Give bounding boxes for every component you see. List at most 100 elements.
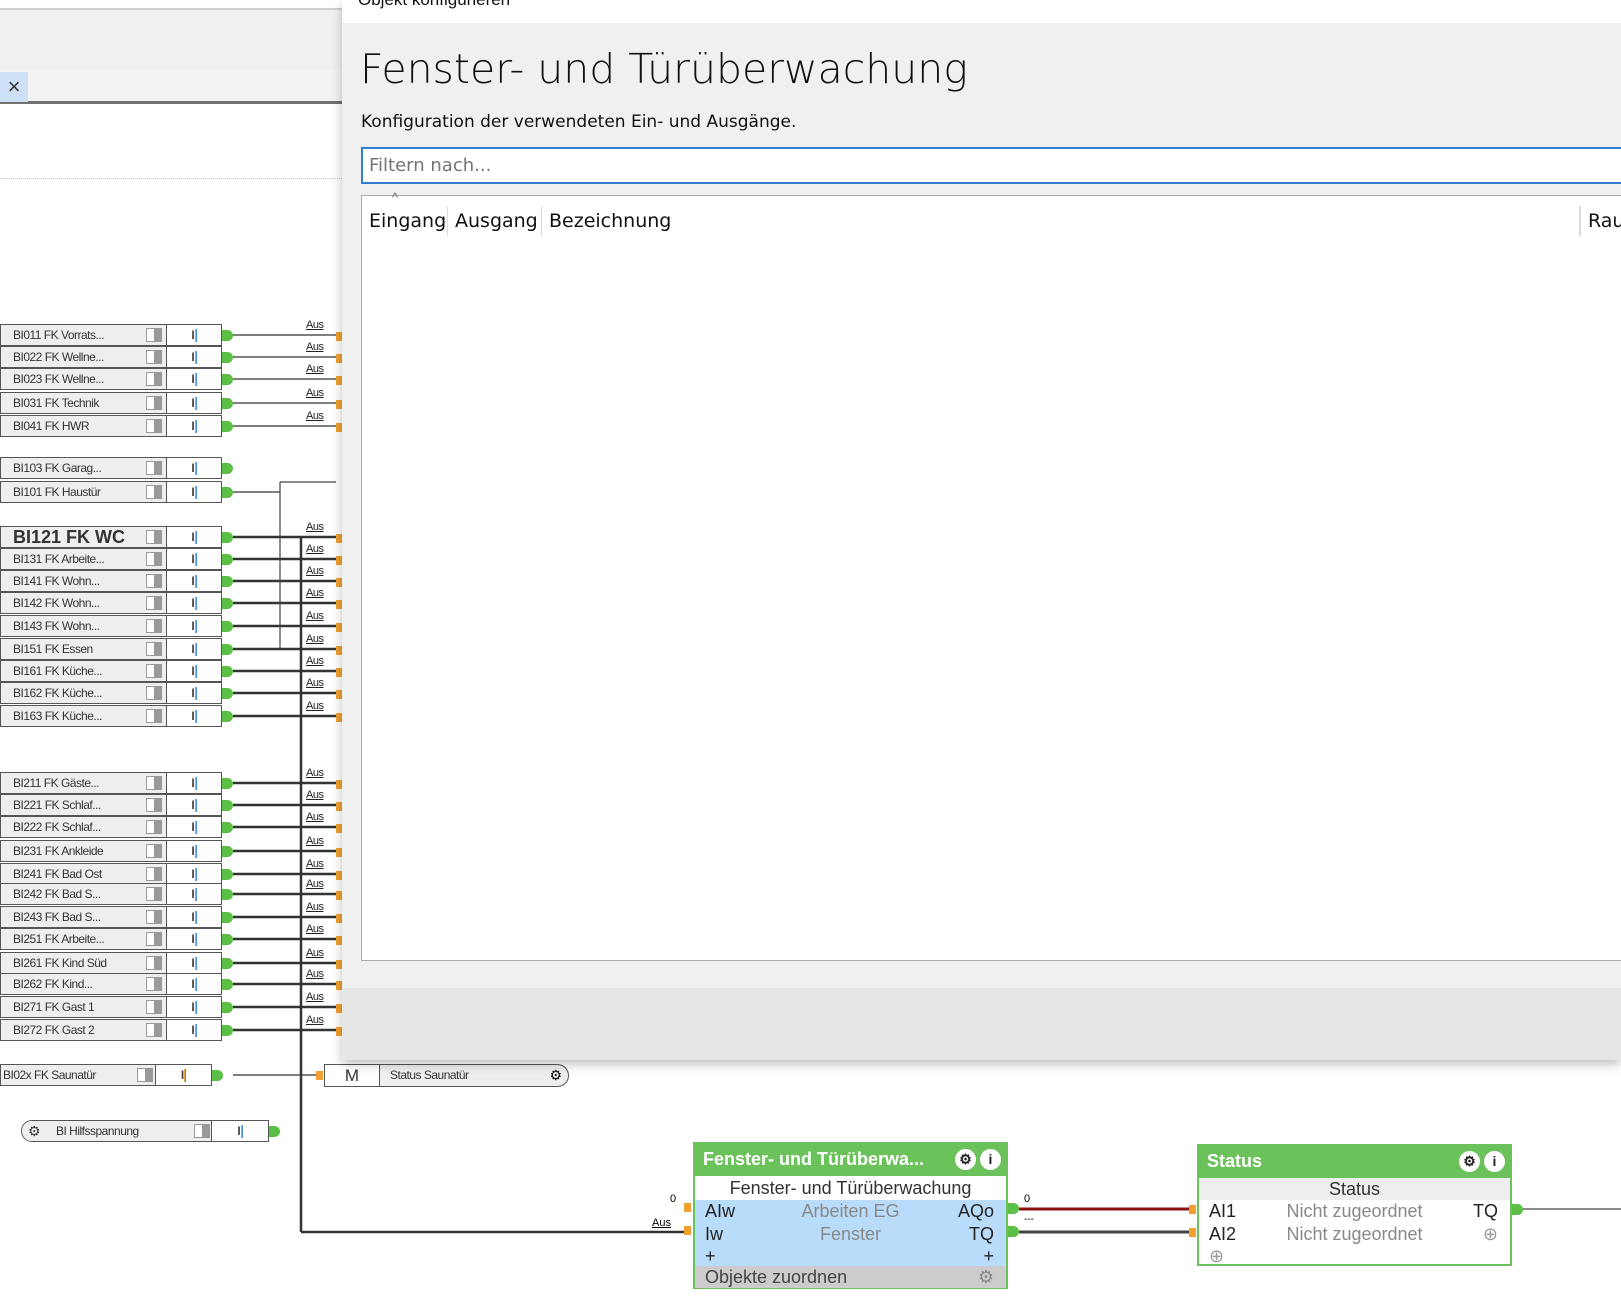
- column-header-raum[interactable]: Rau: [1580, 206, 1621, 236]
- output-port[interactable]: [222, 666, 233, 677]
- input-port[interactable]: [1189, 1205, 1196, 1214]
- toggle-icon[interactable]: [146, 664, 162, 678]
- gear-icon[interactable]: ⚙: [549, 1067, 562, 1084]
- output-port[interactable]: [222, 688, 233, 699]
- gear-icon[interactable]: ⚙: [955, 1149, 976, 1170]
- output-port[interactable]: [222, 330, 233, 341]
- input-row[interactable]: BI121 FK WC I: [0, 526, 222, 548]
- status-marker-block[interactable]: M Status Saunatür ⚙: [324, 1064, 569, 1087]
- input-port[interactable]: [684, 1203, 691, 1212]
- toggle-icon[interactable]: [146, 552, 162, 566]
- info-icon[interactable]: i: [980, 1149, 1001, 1170]
- column-header-bezeichnung[interactable]: Bezeichnung: [542, 206, 1580, 236]
- toggle-icon[interactable]: [146, 619, 162, 633]
- input-row[interactable]: BI251 FK Arbeite... I: [0, 928, 222, 950]
- output-port[interactable]: [222, 554, 233, 565]
- input-row[interactable]: BI163 FK Küche... I: [0, 705, 222, 727]
- toggle-icon[interactable]: [146, 1023, 162, 1037]
- input-row[interactable]: BI041 FK HWR I: [0, 415, 222, 437]
- output-port[interactable]: [222, 912, 233, 923]
- output-port[interactable]: [222, 1002, 233, 1013]
- toggle-icon[interactable]: [146, 686, 162, 700]
- input-row[interactable]: BI031 FK Technik I: [0, 392, 222, 414]
- input-row[interactable]: BI221 FK Schlaf... I: [0, 794, 222, 816]
- input-row[interactable]: BI161 FK Küche... I: [0, 660, 222, 682]
- input-row[interactable]: BI151 FK Essen I: [0, 638, 222, 660]
- toggle-icon[interactable]: [146, 350, 162, 364]
- toggle-icon[interactable]: [146, 820, 162, 834]
- output-port[interactable]: [222, 576, 233, 587]
- output-port[interactable]: [222, 711, 233, 722]
- input-row[interactable]: BI222 FK Schlaf... I: [0, 816, 222, 838]
- output-port[interactable]: [1512, 1204, 1523, 1215]
- filter-input[interactable]: [361, 147, 1621, 184]
- port-row[interactable]: AIw Arbeiten EG AQo: [695, 1200, 1006, 1223]
- input-row[interactable]: BI142 FK Wohn... I: [0, 592, 222, 614]
- output-port[interactable]: [222, 869, 233, 880]
- input-port[interactable]: [684, 1226, 691, 1235]
- input-row[interactable]: BI023 FK Wellne... I: [0, 368, 222, 390]
- output-port[interactable]: [222, 1025, 233, 1036]
- toggle-icon[interactable]: [146, 844, 162, 858]
- output-port[interactable]: [222, 374, 233, 385]
- add-input-icon[interactable]: +: [705, 1246, 716, 1266]
- block-fenster-tuerueberwachung[interactable]: Fenster- und Türüberwa... ⚙ i Fenster- u…: [693, 1142, 1008, 1289]
- toggle-icon[interactable]: [146, 372, 162, 386]
- output-port[interactable]: [222, 934, 233, 945]
- port-row[interactable]: Iw Fenster TQ: [695, 1223, 1006, 1246]
- assign-objects-button[interactable]: Objekte zuordnen ⚙: [695, 1266, 1006, 1288]
- input-row[interactable]: BI261 FK Kind Süd I: [0, 952, 222, 974]
- input-row[interactable]: BI131 FK Arbeite... I: [0, 548, 222, 570]
- output-port[interactable]: [212, 1070, 223, 1081]
- toggle-icon[interactable]: [146, 776, 162, 790]
- output-port[interactable]: [222, 398, 233, 409]
- add-output-icon[interactable]: +: [983, 1246, 994, 1266]
- input-row[interactable]: BI143 FK Wohn... I: [0, 615, 222, 637]
- output-port[interactable]: [222, 598, 233, 609]
- input-port[interactable]: [1189, 1228, 1196, 1237]
- port-row[interactable]: AI1 Nicht zugeordnet TQ: [1199, 1200, 1510, 1223]
- toggle-icon[interactable]: [146, 419, 162, 433]
- output-port[interactable]: [269, 1126, 280, 1137]
- input-row[interactable]: BI271 FK Gast 1I: [0, 996, 222, 1018]
- column-header-eingang[interactable]: Eingang: [362, 206, 448, 236]
- toggle-icon[interactable]: [146, 867, 162, 881]
- input-row-sauna[interactable]: BI02x FK Saunatür I: [0, 1064, 212, 1086]
- output-port[interactable]: [222, 644, 233, 655]
- output-port[interactable]: [222, 958, 233, 969]
- block-status[interactable]: Status ⚙ i Status AI1 Nicht zugeordnet TQ …: [1197, 1144, 1512, 1266]
- toggle-icon[interactable]: [194, 1124, 210, 1138]
- output-port[interactable]: [222, 421, 233, 432]
- toggle-icon[interactable]: [146, 485, 162, 499]
- gear-icon[interactable]: ⚙: [978, 1266, 994, 1288]
- output-port[interactable]: [1008, 1226, 1019, 1237]
- toggle-icon[interactable]: [146, 328, 162, 342]
- output-port[interactable]: [222, 822, 233, 833]
- input-row[interactable]: BI101 FK Haustür I: [0, 481, 222, 503]
- output-port[interactable]: [222, 463, 233, 474]
- toggle-icon[interactable]: [146, 932, 162, 946]
- gear-icon[interactable]: ⚙: [28, 1123, 41, 1140]
- input-row[interactable]: BI011 FK Vorrats... I: [0, 324, 222, 346]
- toggle-icon[interactable]: [146, 396, 162, 410]
- toggle-icon[interactable]: [137, 1068, 153, 1082]
- output-port[interactable]: [1008, 1203, 1019, 1214]
- add-output-icon[interactable]: ⊕: [1483, 1223, 1498, 1246]
- info-icon[interactable]: i: [1484, 1151, 1505, 1172]
- toggle-icon[interactable]: [146, 530, 162, 544]
- toggle-icon[interactable]: [146, 461, 162, 475]
- output-port[interactable]: [222, 979, 233, 990]
- toggle-icon[interactable]: [146, 798, 162, 812]
- input-row[interactable]: BI231 FK Ankleide I: [0, 840, 222, 862]
- input-row-hilfsspannung[interactable]: BI Hilfsspannung ⚙ I: [21, 1120, 269, 1142]
- toggle-icon[interactable]: [146, 709, 162, 723]
- toggle-icon[interactable]: [146, 887, 162, 901]
- toggle-icon[interactable]: [146, 596, 162, 610]
- output-port[interactable]: [222, 621, 233, 632]
- output-port[interactable]: [222, 532, 233, 543]
- input-row[interactable]: BI262 FK Kind... I: [0, 973, 222, 995]
- output-port[interactable]: [222, 846, 233, 857]
- output-port[interactable]: [222, 487, 233, 498]
- input-row[interactable]: BI141 FK Wohn... I: [0, 570, 222, 592]
- column-header-ausgang[interactable]: Ausgang: [448, 206, 542, 236]
